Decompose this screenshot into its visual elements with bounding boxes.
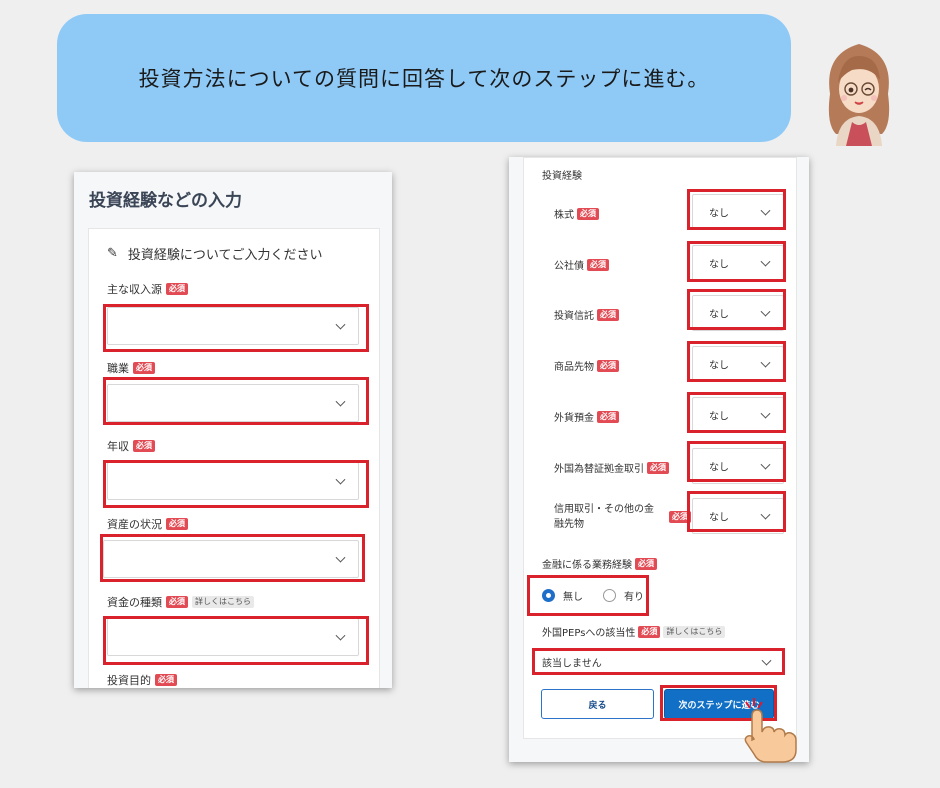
pointing-hand-icon [744,698,797,763]
highlight-box [687,491,786,532]
highlight-box [103,460,369,508]
label-text: 外貨預金 [554,413,594,424]
label-text: 資産の状況 [107,518,162,531]
label-text: 投資目的 [107,674,151,687]
highlight-box [687,241,786,282]
highlight-box [103,616,369,665]
card-header: ✎ 投資経験についてご入力ください [107,244,323,263]
required-badge: 必須 [635,557,657,570]
highlight-box [532,648,785,675]
section-title: 投資経験 [542,171,582,182]
required-badge: 必須 [133,362,155,374]
guide-avatar [828,44,890,146]
details-link[interactable]: 詳しくはこちら [192,596,254,608]
highlight-box [100,534,365,582]
investment-experience-detail-panel: 投資経験 株式 必須 なし 公社債 必須 なし 投資信託 必須 なし 商品先物 [509,157,809,762]
required-badge: 必須 [587,258,609,271]
label-text: 資金の種類 [107,596,162,609]
row-label-bonds: 公社債 必須 [554,257,609,272]
row-label-mutual-funds: 投資信託 必須 [554,307,619,322]
required-badge: 必須 [597,308,619,321]
label-text: 投資信託 [554,311,594,322]
field-label-income-source: 主な収入源 必須 [107,281,188,297]
required-badge: 必須 [597,359,619,372]
highlight-box [527,575,649,616]
required-badge: 必須 [577,207,599,220]
field-label-peps: 外国PEPsへの該当性 必須 詳しくはこちら [542,624,726,639]
investment-experience-form-panel: 投資経験などの入力 ✎ 投資経験についてご入力ください 主な収入源 必須 職業 … [74,172,392,688]
details-link[interactable]: 詳しくはこちら [663,625,726,638]
banner-text: 投資方法についての質問に回答して次のステップに進む。 [138,67,710,91]
highlight-box [687,441,786,482]
label-text: 職業 [107,362,129,375]
required-badge: 必須 [166,518,188,530]
field-label-investment-purpose: 投資目的 必須 [107,672,177,688]
required-badge: 必須 [166,596,188,608]
instruction-banner: 投資方法についての質問に回答して次のステップに進む。 [57,14,791,142]
label-text: 外国為替証拠金取引 [554,464,644,475]
row-label-fx-margin: 外国為替証拠金取引 必須 [554,460,669,475]
field-label-occupation: 職業 必須 [107,360,155,376]
card-header-text: 投資経験についてご入力ください [127,248,323,263]
highlight-box [103,304,369,352]
required-badge: 必須 [647,461,669,474]
label-text: 年収 [107,440,129,453]
required-badge: 必須 [155,674,177,686]
required-badge: 必須 [638,625,661,638]
label-line: 融先物 [554,519,584,530]
row-label-foreign-deposits: 外貨預金 必須 [554,409,619,424]
field-label-fund-type: 資金の種類 必須 詳しくはこちら [107,594,254,610]
required-badge: 必須 [597,410,619,423]
label-text: 株式 [554,210,574,221]
row-label-commodity-futures: 商品先物 必須 [554,358,619,373]
highlight-box [687,341,786,382]
back-button[interactable]: 戻る [541,689,654,719]
required-badge: 必須 [166,283,188,295]
label-text: 外国PEPsへの該当性 [542,628,636,639]
highlight-box [103,377,369,425]
highlight-box [687,189,786,230]
label-line: 信用取引・その他の金 [554,504,654,515]
row-label-stocks: 株式 必須 [554,206,599,221]
pencil-icon: ✎ [107,246,118,261]
required-badge: 必須 [133,440,155,452]
field-label-annual-income: 年収 必須 [107,438,155,454]
label-text: 公社債 [554,261,584,272]
page-title: 投資経験などの入力 [89,191,242,211]
label-text: 金融に係る業務経験 [542,560,632,571]
field-label-assets: 資産の状況 必須 [107,516,188,532]
label-text: 信用取引・その他の金 融先物 [554,502,666,532]
highlight-box [687,289,786,330]
label-text: 商品先物 [554,362,594,373]
row-label-margin-trading: 信用取引・その他の金 融先物 必須 [554,502,704,532]
label-text: 主な収入源 [107,283,162,296]
highlight-box [687,392,786,433]
field-label-finance-experience: 金融に係る業務経験 必須 [542,556,657,571]
